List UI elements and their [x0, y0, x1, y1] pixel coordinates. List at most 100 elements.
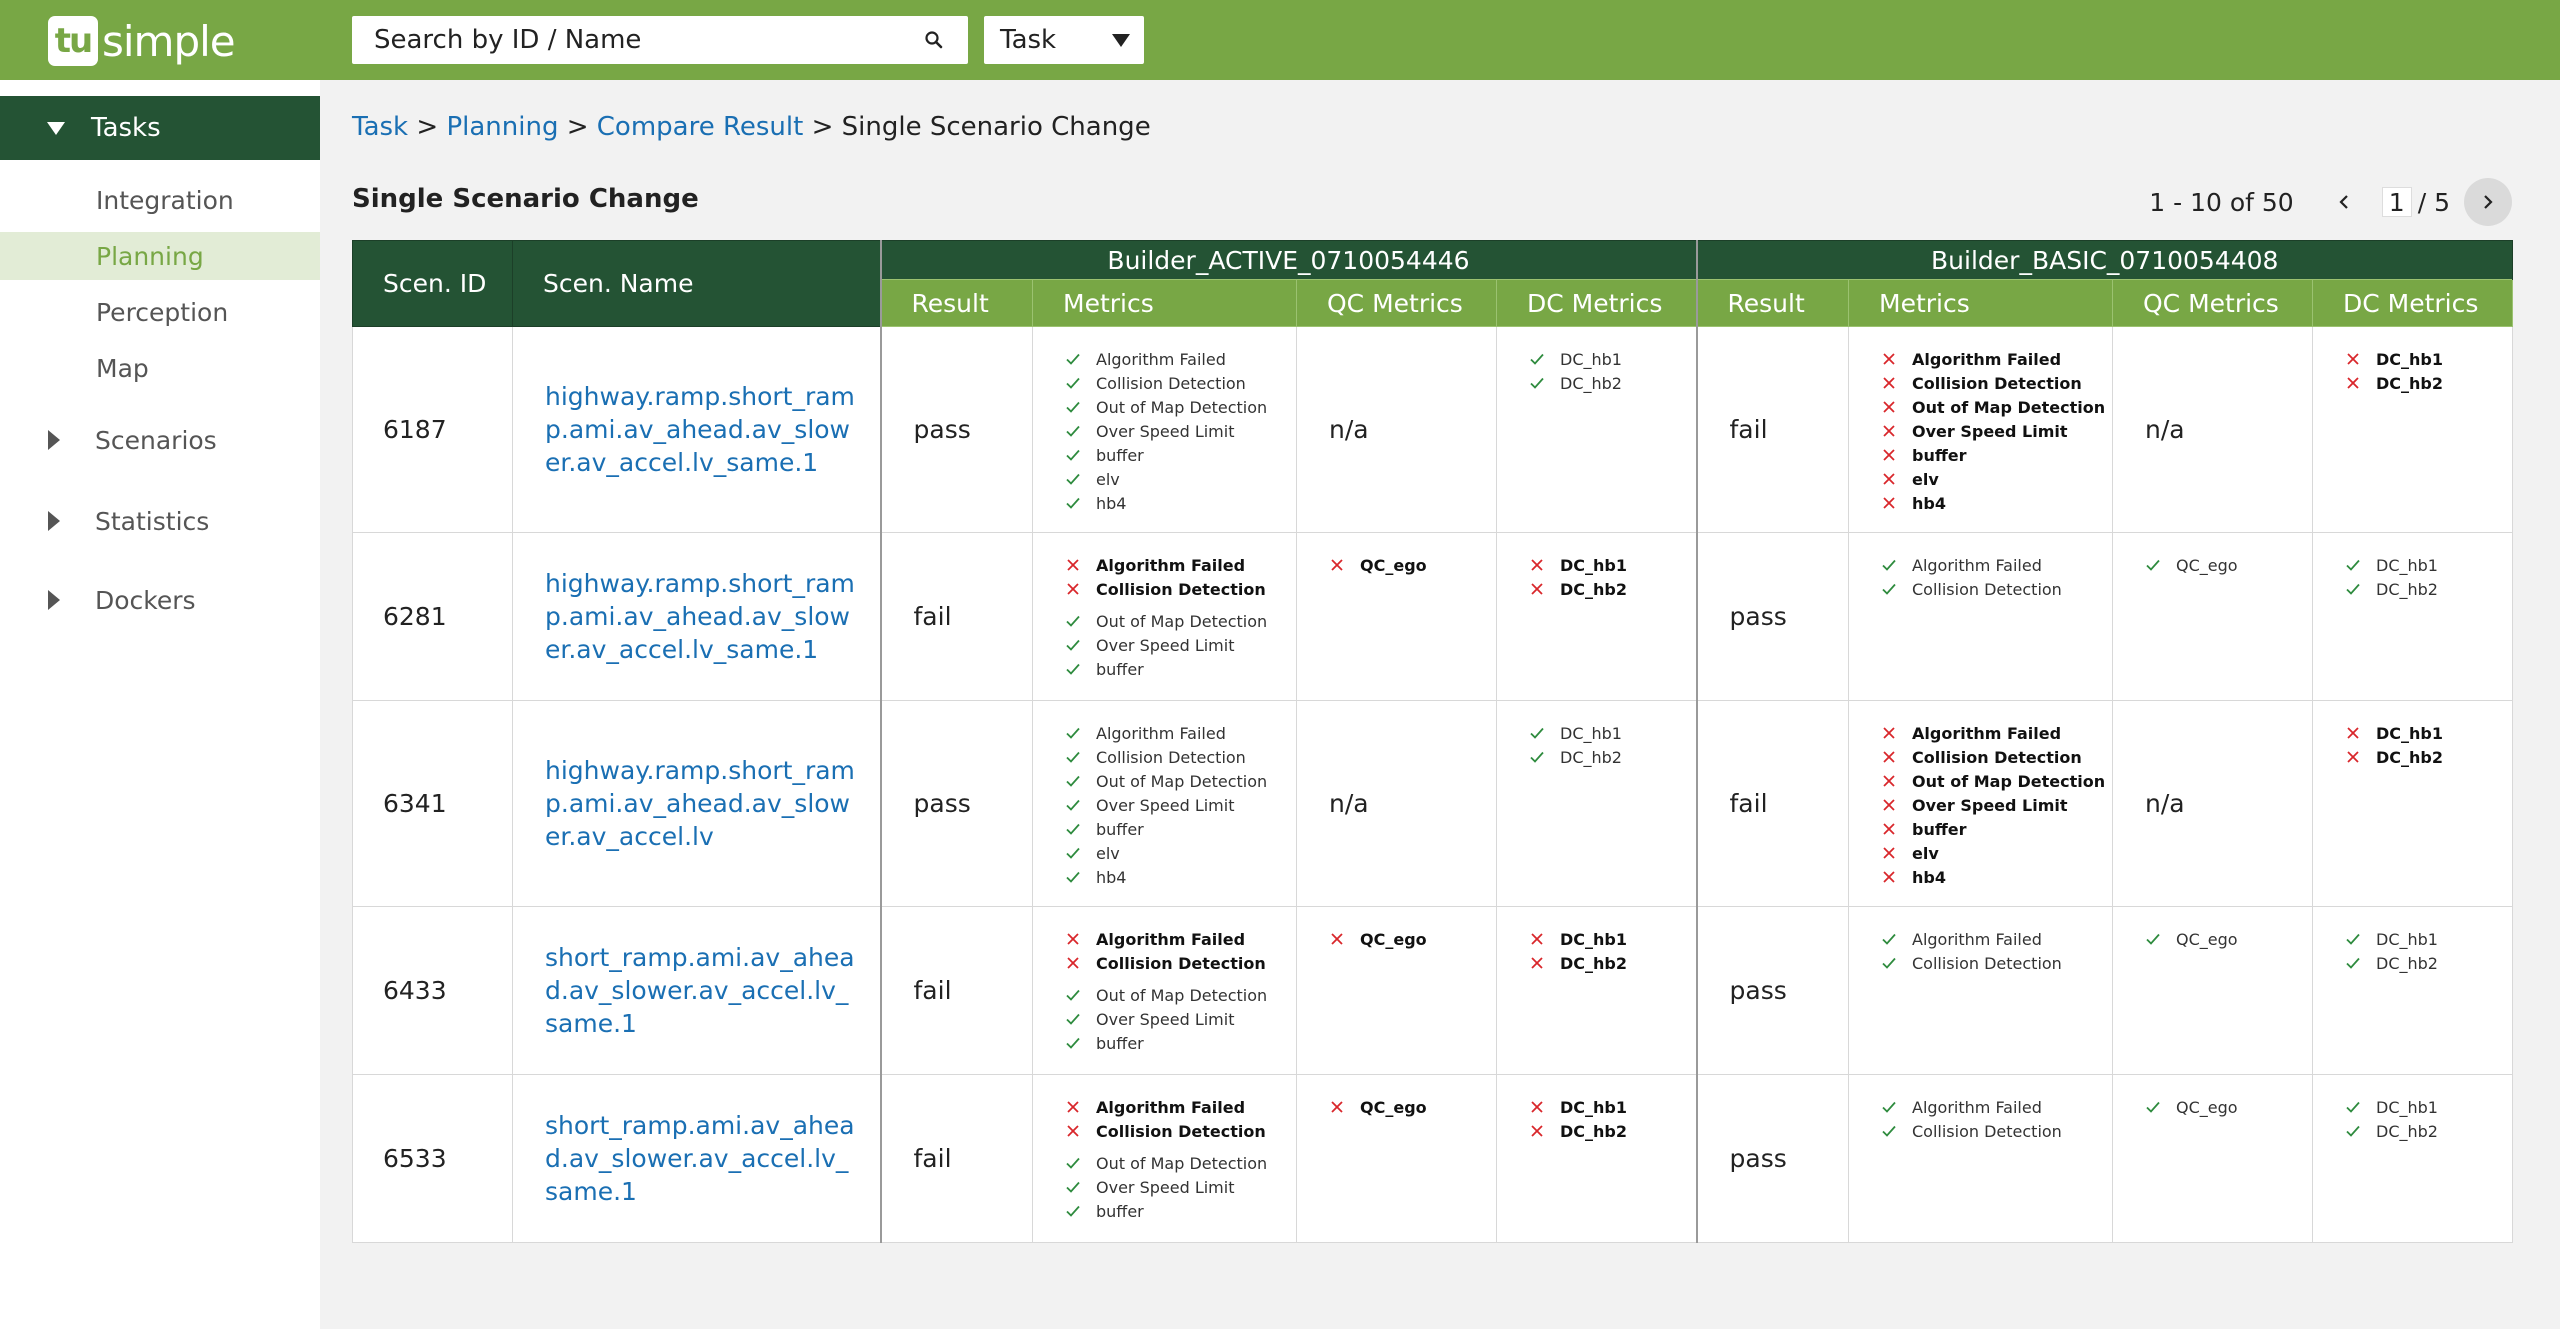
metric-item: Algorithm Failed — [1881, 927, 2112, 951]
metric-item: Over Speed Limit — [1881, 793, 2112, 817]
metric-label: Collision Detection — [1096, 747, 1246, 767]
breadcrumb-separator: > — [566, 112, 589, 142]
metric-item: DC_hb1 — [1529, 347, 1696, 371]
metric-label: buffer — [1096, 659, 1144, 679]
scen-id: 6433 — [383, 976, 447, 1005]
logo-text: simple — [102, 16, 236, 66]
sidebar-section-tasks[interactable]: Tasks — [0, 96, 320, 160]
metric-item: QC_ego — [2145, 927, 2312, 951]
logo-badge: tu — [48, 16, 98, 66]
metric-label: Out of Map Detection — [1912, 397, 2106, 417]
check-icon — [1065, 661, 1096, 677]
caret-down-icon — [47, 121, 65, 135]
scen-name-link[interactable]: highway.ramp.short_ramp.ami.av_ahead.av_… — [545, 569, 855, 664]
sidebar-item-map[interactable]: Map — [0, 344, 320, 392]
metric-label: Collision Detection — [1096, 1121, 1266, 1141]
search-input[interactable] — [352, 17, 914, 63]
cross-icon — [1881, 869, 1912, 885]
dc-metrics-cell: DC_hb1 DC_hb2 — [1496, 326, 1697, 533]
scen-name-link[interactable]: short_ramp.ami.av_ahead.av_slower.av_acc… — [545, 943, 855, 1038]
metric-label: Algorithm Failed — [1096, 929, 1246, 949]
metric-item: DC_hb2 — [1529, 951, 1696, 975]
metric-item: Out of Map Detection — [1065, 609, 1296, 633]
scen-id-cell: 6533 — [352, 1074, 513, 1243]
qc-metrics-cell: n/a — [1296, 326, 1497, 533]
result-value: pass — [913, 789, 971, 818]
scen-name-cell: short_ramp.ami.av_ahead.av_slower.av_acc… — [512, 906, 881, 1075]
metric-item: Collision Detection — [1065, 951, 1296, 975]
scen-name-link[interactable]: highway.ramp.short_ramp.ami.av_ahead.av_… — [545, 756, 855, 851]
metric-label: Algorithm Failed — [1096, 1097, 1246, 1117]
metric-item: Collision Detection — [1065, 1119, 1296, 1143]
scen-name-link[interactable]: highway.ramp.short_ramp.ami.av_ahead.av_… — [545, 382, 855, 477]
check-icon — [2145, 1099, 2176, 1115]
check-icon — [1065, 1011, 1096, 1027]
check-icon — [2145, 931, 2176, 947]
metric-label: DC_hb1 — [2376, 929, 2438, 949]
metric-label: DC_hb2 — [1560, 579, 1627, 599]
metric-label: Out of Map Detection — [1096, 397, 1268, 417]
scen-name-cell: highway.ramp.short_ramp.ami.av_ahead.av_… — [512, 326, 881, 533]
cross-icon — [1065, 581, 1096, 597]
scen-name-link[interactable]: short_ramp.ami.av_ahead.av_slower.av_acc… — [545, 1111, 855, 1206]
metric-label: Algorithm Failed — [1912, 723, 2062, 743]
search-icon[interactable] — [914, 20, 954, 60]
sidebar-group-label: Statistics — [95, 506, 210, 536]
metric-label: buffer — [1096, 819, 1144, 839]
metric-item: Over Speed Limit — [1881, 419, 2112, 443]
breadcrumb-compare-result[interactable]: Compare Result — [597, 112, 804, 142]
cross-icon — [2345, 725, 2376, 741]
cross-icon — [1881, 423, 1912, 439]
sidebar-item-planning[interactable]: Planning — [0, 232, 320, 280]
dc-metrics-cell: DC_hb1 DC_hb2 — [2312, 326, 2513, 533]
breadcrumb-separator: > — [811, 112, 834, 142]
check-icon — [1529, 725, 1560, 741]
metric-item: DC_hb1 — [2345, 553, 2512, 577]
dc-metrics-cell: DC_hb1 DC_hb2 — [1496, 1074, 1697, 1243]
metric-item: Over Speed Limit — [1065, 1007, 1296, 1031]
metric-item: DC_hb1 — [1529, 553, 1696, 577]
metric-item: Out of Map Detection — [1065, 769, 1296, 793]
metrics-cell: Algorithm Failed Collision Detection Out o… — [1032, 1074, 1297, 1243]
metric-label: hb4 — [1912, 493, 1946, 513]
metric-label: DC_hb1 — [1560, 349, 1622, 369]
metric-label: QC_ego — [1360, 1097, 1427, 1117]
metric-item: DC_hb2 — [2345, 951, 2512, 975]
metric-label: QC_ego — [2176, 555, 2238, 575]
sidebar-group-scenarios[interactable]: Scenarios — [0, 416, 320, 464]
page-number-input[interactable]: 1 — [2381, 187, 2412, 217]
breadcrumb-task[interactable]: Task — [352, 112, 408, 142]
cross-icon — [1881, 399, 1912, 415]
caret-right-icon — [48, 430, 60, 450]
metric-label: DC_hb2 — [2376, 1121, 2438, 1141]
breadcrumb-planning[interactable]: Planning — [446, 112, 558, 142]
cross-icon — [1065, 955, 1096, 971]
metric-label: Collision Detection — [1912, 953, 2062, 973]
cross-icon — [1065, 1123, 1096, 1139]
sidebar-item-perception[interactable]: Perception — [0, 288, 320, 336]
metric-label: elv — [1096, 469, 1120, 489]
check-icon — [2345, 581, 2376, 597]
sidebar-item-label: Planning — [96, 241, 204, 271]
metric-label: DC_hb2 — [1560, 373, 1622, 393]
metric-label: DC_hb2 — [1560, 747, 1622, 767]
metric-item: DC_hb2 — [2345, 577, 2512, 601]
logo[interactable]: tu simple — [48, 16, 236, 66]
cross-icon — [1529, 557, 1560, 573]
cross-icon — [1881, 749, 1912, 765]
type-select[interactable]: Task — [984, 16, 1144, 64]
sidebar-group-dockers[interactable]: Dockers — [0, 576, 320, 624]
metric-item: DC_hb1 — [2345, 1095, 2512, 1119]
prev-page-icon[interactable] — [2328, 186, 2360, 218]
sidebar-item-integration[interactable]: Integration — [0, 176, 320, 224]
metric-item: DC_hb1 — [2345, 721, 2512, 745]
page-total: / 5 — [2417, 187, 2450, 217]
result-value: fail — [1729, 415, 1768, 444]
check-icon — [1065, 423, 1096, 439]
col-header-qc-metrics: QC Metrics — [1296, 279, 1497, 327]
metric-label: elv — [1912, 469, 1939, 489]
scen-name-cell: highway.ramp.short_ramp.ami.av_ahead.av_… — [512, 700, 881, 907]
sidebar-group-statistics[interactable]: Statistics — [0, 497, 320, 545]
next-page-icon[interactable] — [2464, 178, 2512, 226]
metric-label: Algorithm Failed — [1096, 723, 1226, 743]
